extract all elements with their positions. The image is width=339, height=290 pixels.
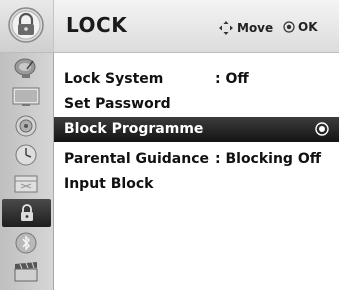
sidebar-item-option[interactable]: [9, 171, 43, 196]
sidebar-item-usb[interactable]: [9, 259, 43, 284]
move-arrows-icon: [219, 21, 233, 35]
menu-item-input-block[interactable]: Input Block: [54, 172, 339, 197]
window-icon: [14, 175, 38, 192]
move-hint-label: Move: [237, 21, 274, 35]
menu-item-block-programme[interactable]: Block Programme: [54, 117, 339, 142]
clock-icon: [15, 144, 37, 165]
speaker-icon: [15, 115, 37, 136]
ok-hint: OK: [283, 20, 318, 34]
satellite-dish-icon: [14, 58, 36, 78]
sidebar-item-audio[interactable]: [9, 113, 43, 138]
menu-item-label: Block Programme: [64, 121, 204, 137]
menu-item-value: : Off: [215, 71, 249, 87]
menu-item-value: : Blocking Off: [215, 151, 322, 167]
menu-item-label: Input Block: [64, 176, 154, 192]
menu-item-label: Lock System: [64, 71, 164, 87]
menu-header: LOCK Move OK: [0, 0, 339, 53]
clapperboard-icon: [14, 261, 38, 281]
sidebar-item-lock[interactable]: [2, 199, 51, 227]
ok-button-icon: [315, 122, 329, 136]
menu-item-lock-system[interactable]: Lock System : Off: [54, 67, 339, 92]
padlock-icon: [8, 7, 44, 43]
page-title: LOCK: [66, 13, 128, 37]
menu-item-parental-guidance[interactable]: Parental Guidance : Blocking Off: [54, 147, 339, 172]
sidebar-item-time[interactable]: [9, 142, 43, 167]
tv-screen-icon: [12, 87, 40, 106]
move-hint: Move: [218, 20, 273, 36]
sidebar-item-setup[interactable]: [9, 55, 43, 80]
menu-item-label: Parental Guidance: [64, 151, 209, 167]
padlock-icon: [20, 204, 33, 221]
sidebar-item-bluetooth[interactable]: [9, 230, 43, 255]
category-sidebar: [0, 53, 54, 290]
ok-button-icon: [283, 21, 295, 33]
ok-hint-label: OK: [298, 20, 318, 34]
menu-item-label: Set Password: [64, 96, 171, 112]
menu-item-set-password[interactable]: Set Password: [54, 92, 339, 117]
sidebar-item-picture[interactable]: [9, 84, 43, 109]
bluetooth-icon: [15, 232, 37, 253]
lock-menu-panel: LOCK Move OK Lock System: Off Set Passw…: [0, 0, 339, 290]
header-icon-box: [0, 0, 54, 52]
